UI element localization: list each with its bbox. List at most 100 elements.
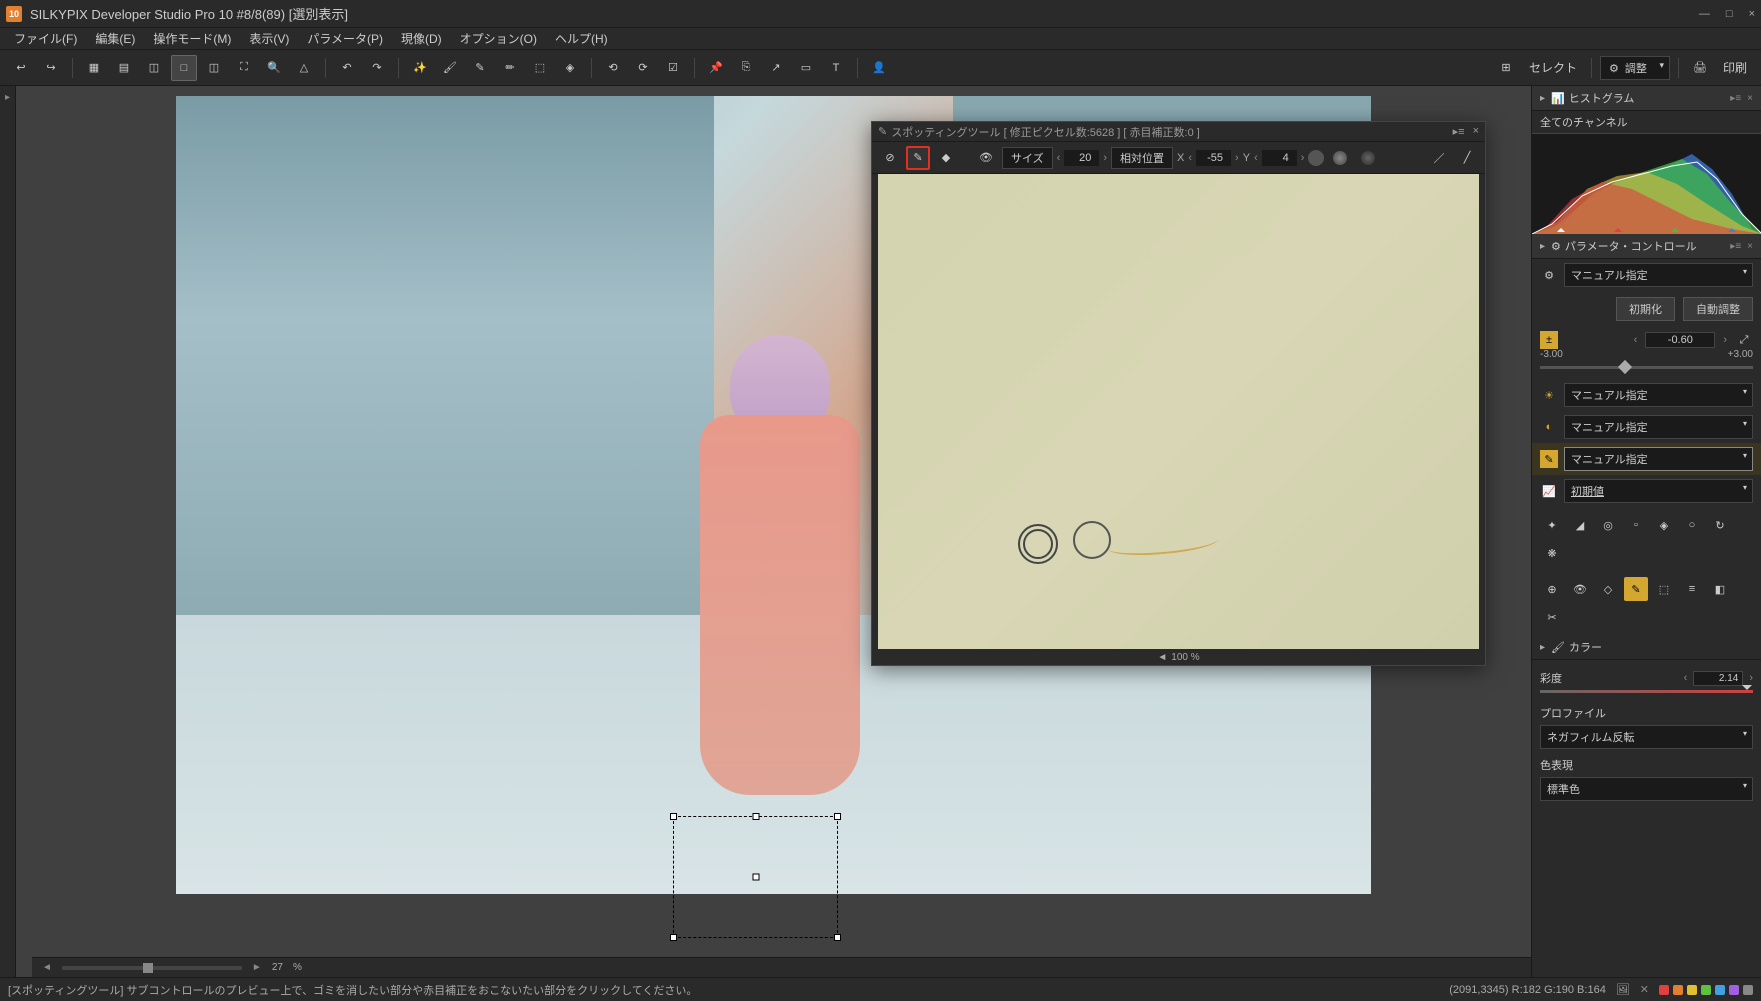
nr-icon[interactable]: ▫ (1624, 513, 1648, 537)
x-value[interactable]: -55 (1196, 150, 1231, 166)
hardness-50-icon[interactable] (1328, 146, 1352, 170)
profile-dropdown[interactable]: ネガフィルム反転 (1540, 725, 1753, 749)
menu-mode[interactable]: 操作モード(M) (145, 28, 239, 49)
back-icon[interactable]: ↩ (8, 55, 34, 81)
close-button[interactable]: × (1749, 8, 1755, 20)
redeye-icon[interactable]: 👁 (1568, 577, 1592, 601)
sharpen-icon[interactable]: ◈ (1652, 513, 1676, 537)
spot-eraser-icon[interactable]: ◆ (934, 146, 958, 170)
rotate-icon[interactable]: ↻ (1708, 513, 1732, 537)
export-icon[interactable]: ↗ (763, 55, 789, 81)
mode-dropdown[interactable]: マニュアル指定 (1564, 263, 1753, 287)
crop-handle[interactable] (670, 934, 677, 941)
check-icon[interactable]: ☑ (660, 55, 686, 81)
batch-icon[interactable]: ▭ (793, 55, 819, 81)
colorexpr-dropdown[interactable]: 標準色 (1540, 777, 1753, 801)
crop-handle[interactable] (670, 813, 677, 820)
spot-eye-icon[interactable]: 👁 (974, 146, 998, 170)
single-view-icon[interactable]: □ (171, 55, 197, 81)
hardness-0-icon[interactable] (1356, 146, 1380, 170)
mode-dropdown[interactable]: 相対位置 (1111, 147, 1173, 169)
print-icon[interactable]: 🖨 (1687, 55, 1713, 81)
spot-line2-icon[interactable]: ╱ (1455, 146, 1479, 170)
spotting-panel-title[interactable]: ✎ スポッティングツール [ 修正ピクセル数:5628 ] [ 赤目補正数:0 … (872, 122, 1485, 142)
spot-target-circle[interactable] (1073, 521, 1111, 559)
wand-icon[interactable]: ✨ (407, 55, 433, 81)
spot-disable-icon[interactable]: ⊘ (878, 146, 902, 170)
grid-icon[interactable]: ▦ (81, 55, 107, 81)
person-icon[interactable]: 👤 (866, 55, 892, 81)
param-control-header[interactable]: ▸⚙ パラメータ・コントロール ▸≡× (1532, 234, 1761, 259)
menu-view[interactable]: 表示(V) (241, 28, 297, 49)
lens-icon[interactable]: ◎ (1596, 513, 1620, 537)
left-strip[interactable]: ▸ (0, 86, 16, 977)
wb-dropdown[interactable]: マニュアル指定 (1564, 383, 1753, 407)
canvas-area[interactable]: ✎ スポッティングツール [ 修正ピクセル数:5628 ] [ 赤目補正数:0 … (16, 86, 1531, 977)
select-mode-icon[interactable]: ⊞ (1493, 55, 1519, 81)
menu-develop[interactable]: 現像(D) (393, 28, 450, 49)
crop-handle[interactable] (834, 934, 841, 941)
menu-file[interactable]: ファイル(F) (6, 28, 85, 49)
effects-icon[interactable]: ❋ (1540, 541, 1564, 565)
spotting-preview[interactable] (878, 174, 1479, 649)
crop-handle[interactable] (834, 813, 841, 820)
y-value[interactable]: 4 (1262, 150, 1297, 166)
rotate-left-icon[interactable]: ⟲ (600, 55, 626, 81)
brush2-icon[interactable]: ✎ (467, 55, 493, 81)
rotate-right-icon[interactable]: ⟳ (630, 55, 656, 81)
zoom-icon[interactable]: 🔍 (261, 55, 287, 81)
grid2-icon[interactable]: ▤ (111, 55, 137, 81)
crop2-icon[interactable]: ✂ (1540, 605, 1564, 629)
menu-help[interactable]: ヘルプ(H) (547, 28, 616, 49)
reset-icon[interactable]: ⤢ (1735, 331, 1753, 349)
status-cancel-icon[interactable]: ✕ (1640, 983, 1649, 996)
gradient-icon[interactable]: ◢ (1568, 513, 1592, 537)
minimize-button[interactable]: — (1699, 8, 1710, 20)
copy-icon[interactable]: ⎘ (733, 55, 759, 81)
tone-dropdown[interactable]: マニュアル指定 (1564, 415, 1753, 439)
adjust-dropdown[interactable]: ⚙調整 (1600, 56, 1670, 80)
brush3-icon[interactable]: ✏ (497, 55, 523, 81)
crop-handle[interactable] (752, 813, 759, 820)
exposure-value[interactable]: -0.60 (1645, 332, 1715, 348)
redo-icon[interactable]: ↷ (364, 55, 390, 81)
fit-icon[interactable]: ⛶ (231, 55, 257, 81)
spot-brush-icon[interactable]: ✎ (906, 146, 930, 170)
brush1-icon[interactable]: 🖌 (437, 55, 463, 81)
menu-parameter[interactable]: パラメータ(P) (299, 28, 391, 49)
warning-icon[interactable]: △ (291, 55, 317, 81)
collapse-icon[interactable]: ▸≡ (1730, 93, 1741, 104)
panel-close-icon[interactable]: × (1473, 125, 1479, 138)
size-value[interactable]: 20 (1064, 150, 1099, 166)
distort-icon[interactable]: ◇ (1596, 577, 1620, 601)
compare-icon[interactable]: ◫ (201, 55, 227, 81)
spot-line1-icon[interactable]: ／ (1427, 146, 1451, 170)
forward-icon[interactable]: ↪ (38, 55, 64, 81)
close-icon[interactable]: × (1747, 241, 1753, 252)
init-button[interactable]: 初期化 (1616, 297, 1675, 321)
exposure-slider[interactable] (1540, 366, 1753, 369)
mask-icon[interactable]: ⬚ (1652, 577, 1676, 601)
menu-option[interactable]: オプション(O) (452, 28, 545, 49)
maximize-button[interactable]: □ (1726, 8, 1733, 20)
color-section-header[interactable]: ▸🖌 カラー (1532, 635, 1761, 660)
tone2-icon[interactable]: ◧ (1708, 577, 1732, 601)
rating-dots[interactable] (1659, 985, 1753, 995)
channel-selector[interactable]: 全てのチャンネル (1532, 111, 1761, 134)
crop-selection[interactable] (673, 816, 838, 938)
collapse-icon[interactable]: ▸≡ (1730, 241, 1741, 252)
undo-icon[interactable]: ↶ (334, 55, 360, 81)
text-icon[interactable]: T (823, 55, 849, 81)
saturation-slider[interactable] (1540, 690, 1753, 693)
crop-icon[interactable]: ⬚ (527, 55, 553, 81)
perspective-icon[interactable]: ◈ (557, 55, 583, 81)
layout1-icon[interactable]: ◫ (141, 55, 167, 81)
panel-collapse-icon[interactable]: ▸≡ (1453, 125, 1465, 138)
spot-icon[interactable]: ✎ (1624, 577, 1648, 601)
blur-icon[interactable]: ○ (1680, 513, 1704, 537)
zoom-slider[interactable] (62, 966, 242, 970)
hardness-100-icon[interactable] (1308, 150, 1324, 166)
detail-dropdown[interactable]: 初期値 (1564, 479, 1753, 503)
print-label[interactable]: 印刷 (1723, 59, 1747, 76)
color-dropdown[interactable]: マニュアル指定 (1564, 447, 1753, 471)
